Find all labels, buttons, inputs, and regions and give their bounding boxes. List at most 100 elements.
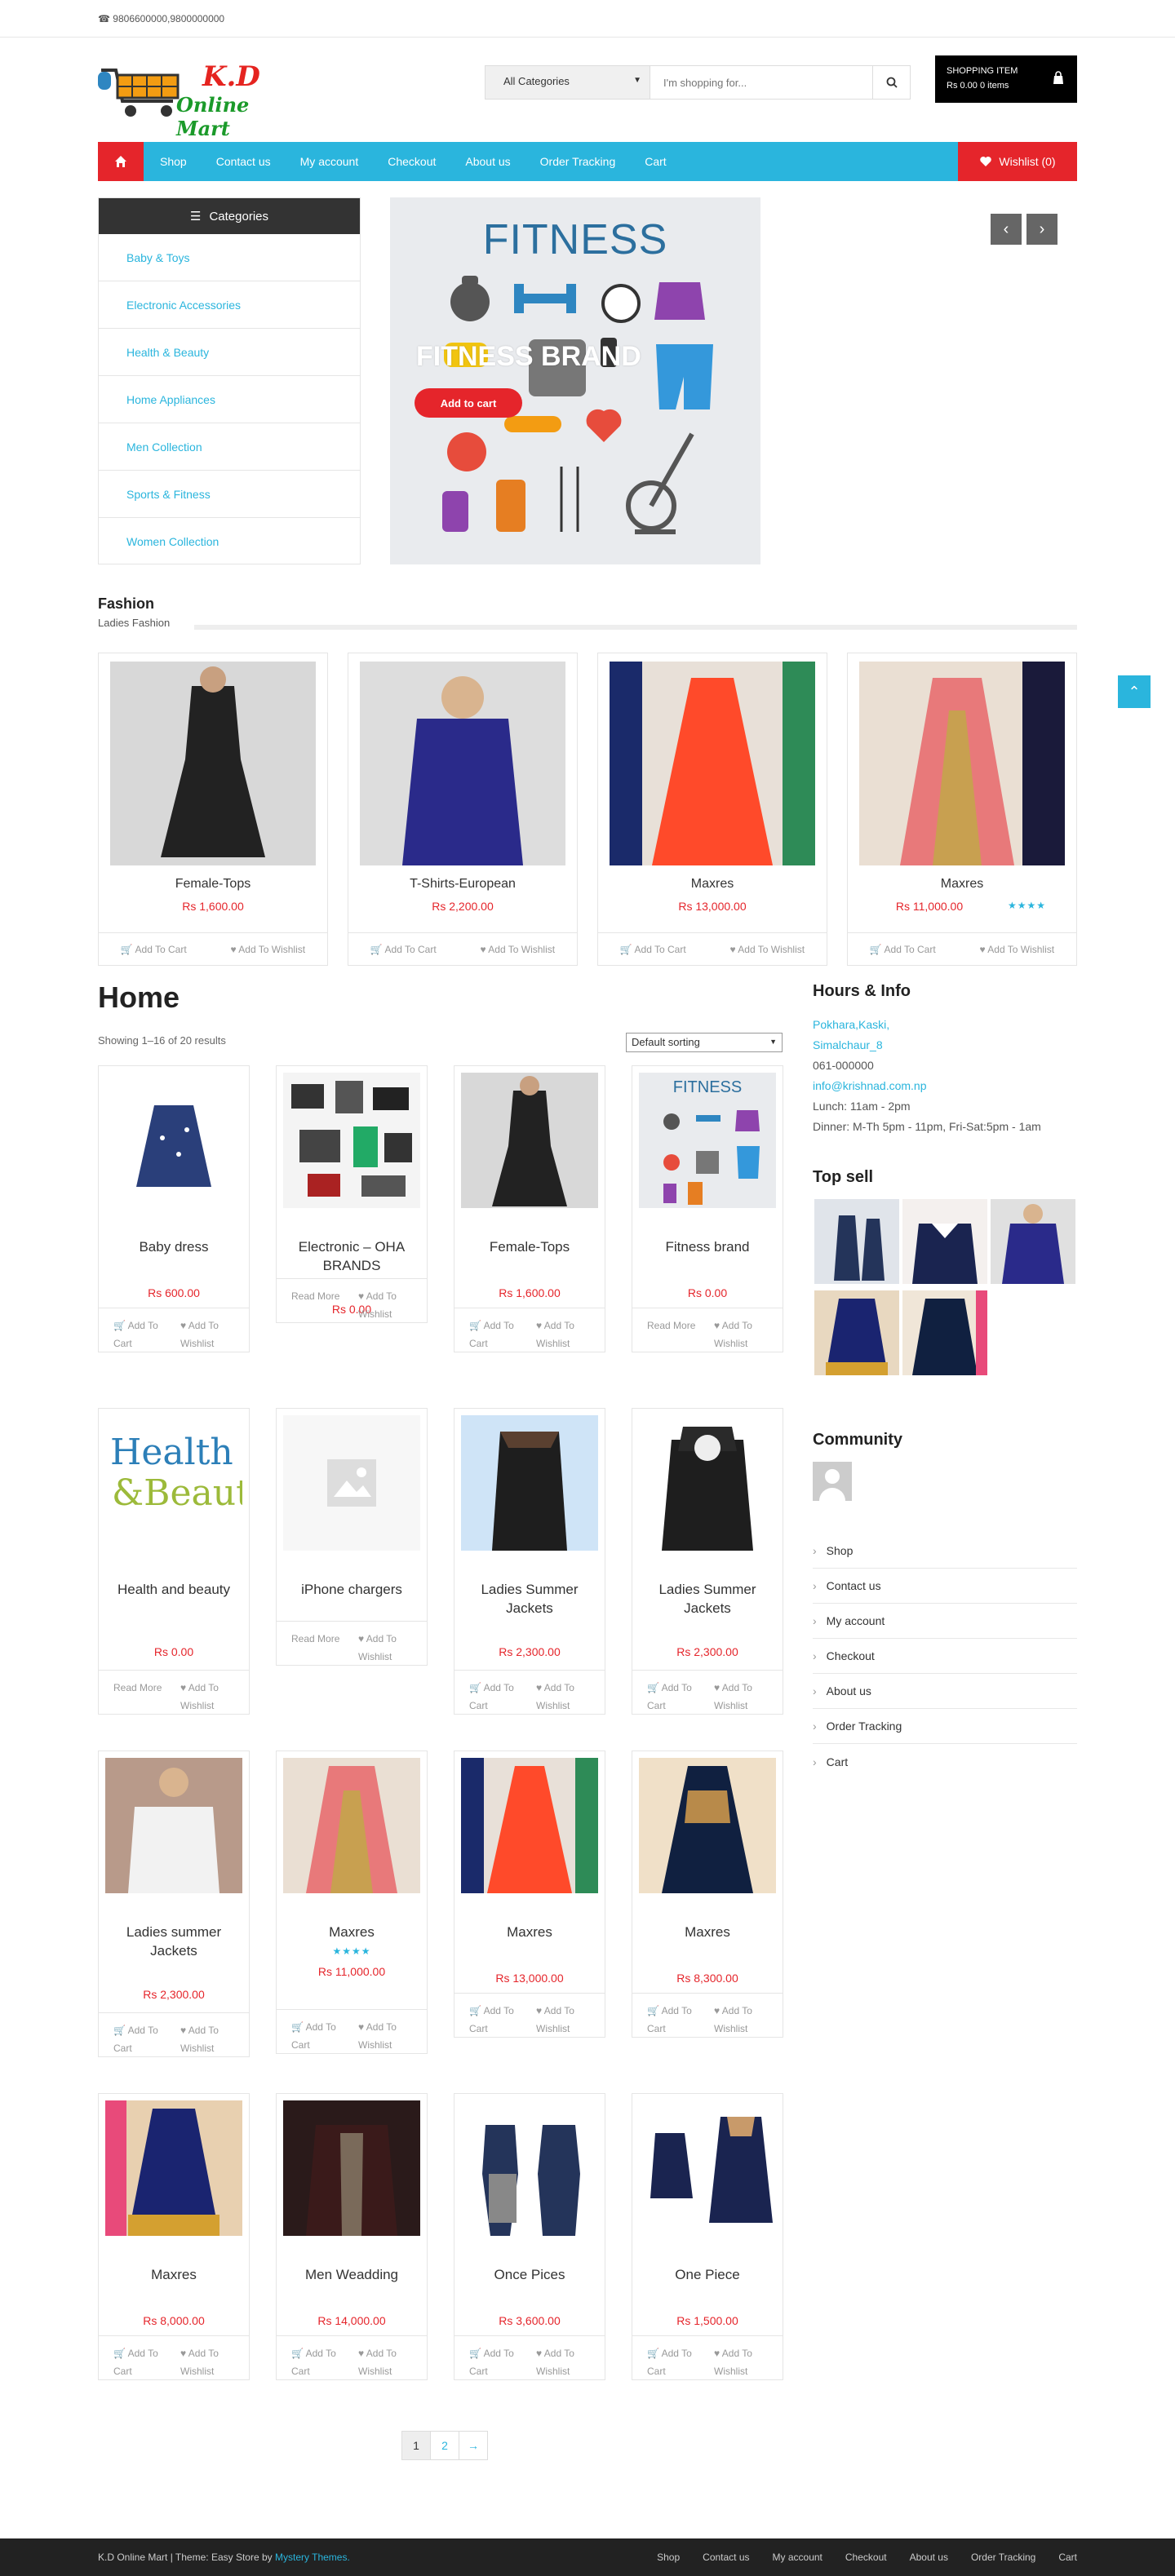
product-name[interactable]: Female-Tops (99, 877, 327, 892)
next-page-button[interactable]: → (459, 2431, 488, 2460)
footer-link-order-tracking[interactable]: Order Tracking (971, 2552, 1035, 2563)
read-more-button[interactable]: Read More (291, 1630, 342, 1648)
product-name[interactable]: Baby dress (107, 1237, 241, 1256)
category-home-appliances[interactable]: Home Appliances (99, 376, 360, 423)
product-card[interactable]: Maxres Rs 8,300.00 🛒 Add To Cart ♥ Add To W… (632, 1751, 783, 2038)
add-to-wishlist-button[interactable]: ♥ Add To Wishlist (180, 2344, 237, 2380)
nav-my-account[interactable]: My account (300, 155, 359, 168)
product-image[interactable] (283, 1415, 420, 1551)
product-image[interactable] (110, 662, 316, 865)
product-image[interactable]: Health &Beaut (105, 1415, 251, 1551)
product-image[interactable] (283, 1758, 420, 1893)
product-name[interactable]: T-Shirts-European (348, 877, 577, 892)
community-link-cart[interactable]: › Cart (813, 1744, 1077, 1779)
product-name[interactable]: One Piece (641, 2265, 774, 2284)
banner-add-to-cart-button[interactable]: Add to cart (415, 388, 522, 418)
address-line-1[interactable]: Pokhara,Kaski, (813, 1015, 1041, 1035)
product-card[interactable]: One Piece Rs 1,500.00 🛒 Add To Cart ♥ Add T… (632, 2093, 783, 2380)
search-button[interactable] (872, 66, 910, 99)
add-to-cart-button[interactable]: 🛒 Add To Cart (469, 2344, 520, 2380)
product-image[interactable] (461, 2100, 598, 2236)
add-to-wishlist-button[interactable]: ♥ Add To Wishlist (358, 2018, 415, 2054)
add-to-wishlist-button[interactable]: ♥ Add To Wishlist (979, 944, 1054, 955)
footer-link-cart[interactable]: Cart (1058, 2552, 1077, 2563)
product-image[interactable] (639, 1758, 776, 1893)
add-to-wishlist-button[interactable]: ♥ Add To Wishlist (230, 944, 305, 955)
footer-link-contact-us[interactable]: Contact us (703, 2552, 749, 2563)
product-card[interactable]: Baby dress Rs 600.00 🛒 Add To Cart ♥ Add To… (98, 1065, 250, 1352)
read-more-button[interactable]: Read More (113, 1679, 164, 1697)
add-to-wishlist-button[interactable]: ♥ Add To Wishlist (714, 1317, 771, 1352)
product-image[interactable] (461, 1758, 598, 1893)
add-to-wishlist-button[interactable]: ♥ Add To Wishlist (358, 1287, 415, 1323)
footer-link-checkout[interactable]: Checkout (845, 2552, 887, 2563)
product-image[interactable] (283, 1073, 420, 1208)
add-to-wishlist-button[interactable]: ♥ Add To Wishlist (714, 1679, 771, 1715)
product-card[interactable]: Maxres Rs 13,000.00 🛒 Add To Cart ♥ Add To … (454, 1751, 605, 2038)
community-link-about-us[interactable]: › About us (813, 1674, 1077, 1709)
product-image[interactable] (461, 1073, 598, 1208)
theme-link[interactable]: Mystery Themes. (275, 2552, 350, 2563)
category-electronic-accessories[interactable]: Electronic Accessories (99, 281, 360, 329)
product-card[interactable]: Men Weadding Rs 14,000.00 🛒 Add To Cart ♥ A… (276, 2093, 428, 2380)
community-link-shop[interactable]: › Shop (813, 1534, 1077, 1569)
fashion-product-card[interactable]: T-Shirts-European Rs 2,200.00 🛒 Add To C… (348, 653, 578, 966)
add-to-wishlist-button[interactable]: ♥ Add To Wishlist (536, 2344, 593, 2380)
product-name[interactable]: Fitness brand (641, 1237, 774, 1256)
product-image[interactable] (283, 2100, 420, 2236)
product-image[interactable] (105, 1073, 242, 1208)
product-image[interactable]: FITNESS (639, 1073, 776, 1208)
add-to-wishlist-button[interactable]: ♥ Add To Wishlist (358, 2344, 415, 2380)
add-to-wishlist-button[interactable]: ♥ Add To Wishlist (714, 2344, 771, 2380)
add-to-wishlist-button[interactable]: ♥ Add To Wishlist (180, 1679, 237, 1715)
add-to-cart-button[interactable]: 🛒 Add To Cart (121, 944, 187, 955)
add-to-wishlist-button[interactable]: ♥ Add To Wishlist (536, 2002, 593, 2038)
product-name[interactable]: Ladies Summer Jackets (641, 1580, 774, 1618)
product-image[interactable] (639, 1415, 776, 1551)
page-1[interactable]: 1 (401, 2431, 431, 2460)
product-card[interactable]: Electronic – OHA BRANDS Rs 0.00 Read More ♥… (276, 1065, 428, 1323)
product-card[interactable]: Maxres Rs 8,000.00 🛒 Add To Cart ♥ Add To W… (98, 2093, 250, 2380)
community-link-contact-us[interactable]: › Contact us (813, 1569, 1077, 1604)
read-more-button[interactable]: Read More (647, 1317, 698, 1334)
site-logo[interactable]: K.D Online Mart (98, 59, 294, 140)
product-image[interactable] (105, 2100, 242, 2236)
read-more-button[interactable]: Read More (291, 1287, 342, 1305)
product-image[interactable] (610, 662, 815, 865)
nav-checkout[interactable]: Checkout (388, 155, 436, 168)
fashion-product-card[interactable]: Female-Tops Rs 1,600.00 🛒 Add To Cart ♥ A… (98, 653, 328, 966)
nav-shop[interactable]: Shop (160, 155, 187, 168)
product-card[interactable]: Once Pices Rs 3,600.00 🛒 Add To Cart ♥ Add … (454, 2093, 605, 2380)
top-sell-image[interactable] (814, 1199, 899, 1284)
product-card[interactable]: iPhone chargers Read More ♥ Add To Wishlis… (276, 1408, 428, 1666)
category-baby-toys[interactable]: Baby & Toys (99, 234, 360, 281)
add-to-cart-button[interactable]: 🛒 Add To Cart (113, 2021, 164, 2057)
community-link-order-tracking[interactable]: › Order Tracking (813, 1709, 1077, 1744)
top-sell-image[interactable] (902, 1199, 987, 1284)
product-name[interactable]: Female-Tops (463, 1237, 596, 1256)
add-to-cart-button[interactable]: 🛒 Add To Cart (620, 944, 686, 955)
wishlist-button[interactable]: Wishlist (0) (958, 142, 1077, 181)
product-name[interactable]: Electronic – OHA BRANDS (285, 1237, 419, 1275)
product-name[interactable]: Ladies Summer Jackets (463, 1580, 596, 1618)
sort-select[interactable]: Default sorting ▼ (626, 1033, 783, 1052)
product-card[interactable]: Ladies Summer Jackets Rs 2,300.00 🛒 Add To… (632, 1408, 783, 1715)
slider-prev-button[interactable]: ‹ (991, 214, 1022, 245)
add-to-cart-button[interactable]: 🛒 Add To Cart (647, 2002, 698, 2038)
top-sell-image[interactable] (902, 1290, 987, 1375)
add-to-cart-button[interactable]: 🛒 Add To Cart (291, 2018, 342, 2054)
product-card[interactable]: Ladies summer Jackets Rs 2,300.00 🛒 Add To… (98, 1751, 250, 2057)
home-button[interactable] (98, 142, 144, 181)
fashion-product-card[interactable]: Maxres Rs 13,000.00 🛒 Add To Cart ♥ Add T… (597, 653, 827, 966)
community-link-my-account[interactable]: › My account (813, 1604, 1077, 1639)
address-line-2[interactable]: Simalchaur_8 (813, 1035, 1041, 1056)
product-name[interactable]: Maxres (641, 1923, 774, 1941)
add-to-wishlist-button[interactable]: ♥ Add To Wishlist (536, 1317, 593, 1352)
add-to-wishlist-button[interactable]: ♥ Add To Wishlist (714, 2002, 771, 2038)
category-women-collection[interactable]: Women Collection (99, 518, 360, 565)
search-input[interactable] (650, 66, 871, 99)
product-name[interactable]: Maxres (285, 1923, 419, 1941)
add-to-cart-button[interactable]: 🛒 Add To Cart (370, 944, 437, 955)
footer-link-about-us[interactable]: About us (910, 2552, 948, 2563)
product-card[interactable]: Ladies Summer Jackets Rs 2,300.00 🛒 Add To… (454, 1408, 605, 1715)
